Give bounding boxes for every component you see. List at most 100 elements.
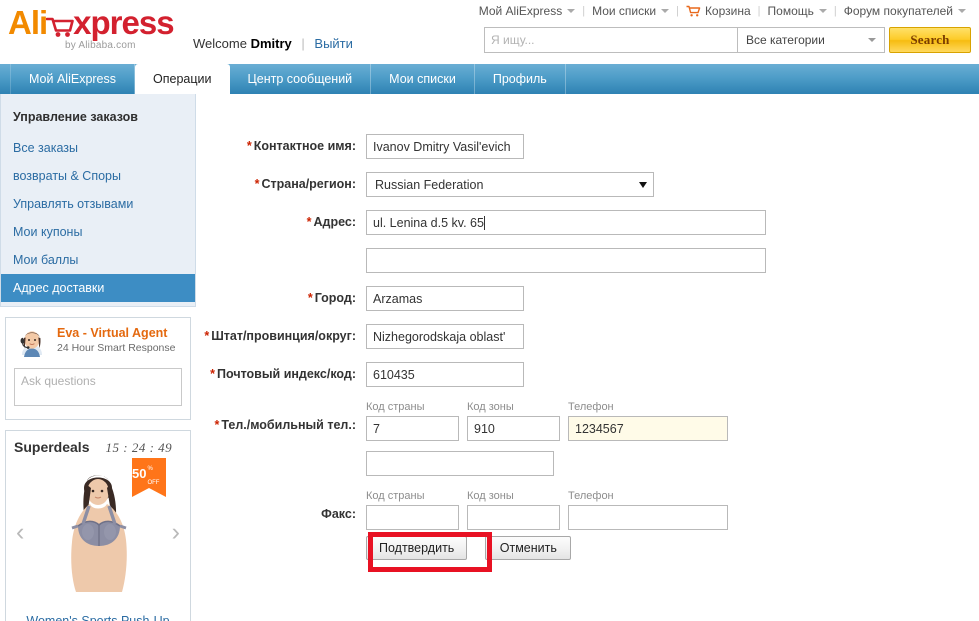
topnav-item-help[interactable]: Помощь xyxy=(761,4,834,18)
search-button[interactable]: Search xyxy=(889,27,971,53)
form-row-city: * Город: xyxy=(196,286,979,311)
search-input[interactable] xyxy=(484,27,737,53)
discount-badge-body: 50 % OFF xyxy=(132,458,166,488)
topnav-item-cart[interactable]: Корзина xyxy=(679,4,758,18)
topnav-item-my-lists[interactable]: Мои списки xyxy=(585,4,676,18)
main-content: *Контактное имя: *Страна/регион: Russian… xyxy=(196,94,979,621)
carousel-prev-arrow[interactable]: ‹ xyxy=(16,520,24,545)
label-text: Город: xyxy=(314,291,356,305)
phone-extra-input[interactable] xyxy=(366,451,554,476)
phone-area-code-group: Код зоны xyxy=(467,400,560,441)
virtual-agent-name[interactable]: Eva - Virtual Agent xyxy=(57,326,175,341)
virtual-agent-text: Eva - Virtual Agent 24 Hour Smart Respon… xyxy=(57,325,175,355)
superdeals-carousel: ‹ › 50 % OFF xyxy=(14,458,182,612)
label-text: Почтовый индекс/код: xyxy=(217,367,356,381)
label-contact-name: * Контактное имя: xyxy=(196,134,366,153)
label-state: * Штат/провинция/округ: xyxy=(196,324,366,343)
phone-number-input[interactable] xyxy=(568,416,728,441)
fax-number-caption: Телефон xyxy=(568,490,614,502)
required-marker: * xyxy=(210,367,216,381)
sidebar-item-manage-feedback[interactable]: Управлять отзывами xyxy=(1,190,195,218)
phone-extra-row xyxy=(366,451,979,476)
tab-my-aliexpress[interactable]: Мой AliExpress xyxy=(10,64,136,94)
product-caption[interactable]: Women's Sports Push-Up xyxy=(14,614,182,621)
superdeals-widget: Superdeals 15 : 24 : 49 ‹ › 50 % OFF Wom… xyxy=(5,430,191,621)
field-phone: Код страны Код зоны Телефон xyxy=(366,400,979,476)
chevron-down-icon xyxy=(818,9,827,13)
topnav-item-buyer-forum[interactable]: Форум покупателей xyxy=(837,4,973,18)
welcome-prefix: Welcome xyxy=(193,36,247,51)
required-marker: * xyxy=(246,139,252,153)
phone-number-caption: Телефон xyxy=(568,401,614,413)
carousel-next-arrow[interactable]: › xyxy=(172,520,180,545)
sidebar-item-returns-disputes[interactable]: возвраты & Споры xyxy=(1,162,195,190)
required-marker: * xyxy=(306,215,312,229)
fax-country-code-group: Код страны xyxy=(366,489,459,530)
search-category-select[interactable]: Все категории xyxy=(737,27,885,53)
label-text: Контактное имя: xyxy=(253,139,356,153)
label-fax: Факс: xyxy=(196,489,366,521)
aliexpress-logo[interactable]: Ali xpress xyxy=(8,4,175,41)
phone-number-group: Телефон xyxy=(568,400,728,441)
virtual-agent-widget: Eva - Virtual Agent 24 Hour Smart Respon… xyxy=(5,317,191,420)
form-row-address1: * Адрес: ul. Lenina d.5 kv. 65 xyxy=(196,210,979,235)
superdeals-header: Superdeals 15 : 24 : 49 xyxy=(14,439,182,456)
discount-badge-tip xyxy=(132,488,166,497)
main-tab-bar: Мой AliExpress Операции Центр сообщений … xyxy=(0,64,979,94)
form-actions: Подтвердить Отменить xyxy=(366,536,979,560)
logo-cart-icon xyxy=(45,10,74,37)
label-zip: * Почтовый индекс/код: xyxy=(196,362,366,381)
topnav-label: Форум покупателей xyxy=(843,4,953,18)
field-city xyxy=(366,286,979,311)
tab-my-lists[interactable]: Мои списки xyxy=(371,64,475,94)
phone-area-code-input[interactable] xyxy=(467,416,560,441)
topnav-item-my-aliexpress[interactable]: Мой AliExpress xyxy=(472,4,583,18)
field-contact-name xyxy=(366,134,979,159)
state-input[interactable] xyxy=(366,324,524,349)
sidebar-item-shipping-address[interactable]: Адрес доставки xyxy=(1,274,195,302)
label-phone: * Тел./мобильный тел.: xyxy=(196,400,366,432)
phone-country-code-input[interactable] xyxy=(366,416,459,441)
topnav-label: Помощь xyxy=(767,4,814,18)
contact-name-input[interactable] xyxy=(366,134,524,159)
brand-byline: by Alibaba.com xyxy=(65,40,136,51)
city-input[interactable] xyxy=(366,286,524,311)
tab-operations[interactable]: Операции xyxy=(135,64,230,94)
sidebar-item-my-coupons[interactable]: Мои купоны xyxy=(1,218,195,246)
submit-button[interactable]: Подтвердить xyxy=(366,536,468,560)
divider: | xyxy=(301,36,305,51)
address2-input[interactable] xyxy=(366,248,766,273)
fax-number-group: Телефон xyxy=(568,489,728,530)
country-select[interactable]: Russian Federation xyxy=(366,172,654,197)
tab-profile[interactable]: Профиль xyxy=(475,64,566,94)
superdeals-title: Superdeals xyxy=(14,439,90,455)
tab-message-center[interactable]: Центр сообщений xyxy=(230,64,372,94)
sidebar-item-all-orders[interactable]: Все заказы xyxy=(1,134,195,162)
address1-input[interactable]: ul. Lenina d.5 kv. 65 xyxy=(366,210,766,235)
label-text: Штат/провинция/округ: xyxy=(211,329,356,343)
logo-ali-text: Ali xyxy=(8,4,48,41)
cancel-button[interactable]: Отменить xyxy=(485,536,572,560)
superdeals-countdown: 15 : 24 : 49 xyxy=(105,440,173,455)
form-row-state: * Штат/провинция/округ: xyxy=(196,324,979,349)
fax-number-input[interactable] xyxy=(568,505,728,530)
chevron-down-icon xyxy=(639,181,647,188)
page-root: Мой AliExpress | Мои списки | Корзина | … xyxy=(0,0,979,621)
chevron-down-icon xyxy=(661,9,670,13)
zip-input[interactable] xyxy=(366,362,524,387)
logout-link[interactable]: Выйти xyxy=(314,36,353,51)
discount-badge: 50 % OFF xyxy=(132,458,166,498)
fax-area-code-input[interactable] xyxy=(467,505,560,530)
form-row-country: * Страна/регион: Russian Federation xyxy=(196,172,979,197)
phone-inputs-group: Код страны Код зоны Телефон xyxy=(366,400,979,441)
label-address: * Адрес: xyxy=(196,210,366,229)
chevron-down-icon xyxy=(868,38,876,42)
label-text: Адрес: xyxy=(313,215,357,229)
discount-value: 50 xyxy=(132,465,147,481)
search-category-label: Все категории xyxy=(746,33,825,47)
fax-country-code-input[interactable] xyxy=(366,505,459,530)
phone-country-code-group: Код страны xyxy=(366,400,459,441)
label-country: * Страна/регион: xyxy=(196,172,366,191)
ask-questions-input[interactable] xyxy=(14,368,182,406)
sidebar-item-my-points[interactable]: Мои баллы xyxy=(1,246,195,274)
